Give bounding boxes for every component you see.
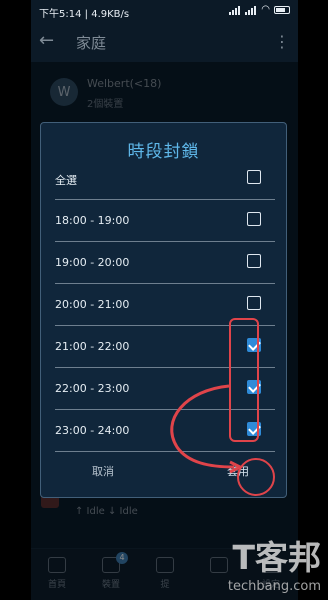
more-options-icon[interactable]: ⋮ bbox=[274, 32, 290, 51]
app-bar: ← 家庭 ⋮ bbox=[31, 22, 298, 62]
page-title: 家庭 bbox=[76, 34, 107, 52]
battery-icon bbox=[274, 5, 290, 14]
watermark-line-1: T客邦 bbox=[232, 538, 321, 577]
time-row-18[interactable]: 18:00 - 19:00 bbox=[55, 200, 275, 242]
cancel-button[interactable]: 取消 bbox=[92, 463, 114, 479]
status-left: 下午5:14 | 4.9KB/s bbox=[39, 9, 130, 20]
time-label-18: 18:00 - 19:00 bbox=[55, 214, 130, 227]
select-all-checkbox[interactable] bbox=[247, 170, 261, 184]
left-black-border bbox=[0, 0, 31, 600]
wifi-icon: ◠ bbox=[261, 4, 270, 15]
time-label-20: 20:00 - 21:00 bbox=[55, 298, 130, 311]
back-arrow-icon[interactable]: ← bbox=[39, 30, 54, 51]
time-label-23: 23:00 - 24:00 bbox=[55, 424, 130, 437]
time-checkbox-20[interactable] bbox=[247, 296, 261, 310]
signal-icon-2 bbox=[245, 5, 257, 15]
time-label-21: 21:00 - 22:00 bbox=[55, 340, 130, 353]
status-speed: 4.9KB/s bbox=[91, 9, 130, 20]
watermark-line-2: techbang.com bbox=[227, 579, 321, 594]
time-checkbox-19[interactable] bbox=[247, 254, 261, 268]
status-right: ◠ bbox=[229, 4, 290, 15]
status-time: 下午5:14 bbox=[39, 9, 82, 20]
watermark: T客邦 techbang.com bbox=[227, 534, 328, 600]
checked-boxes-highlight bbox=[229, 318, 259, 442]
screenshot-frame: 下午5:14 | 4.9KB/s ◠ ← 家庭 ⋮ W Welbert(<18)… bbox=[0, 0, 328, 600]
select-all-row[interactable]: 全選 bbox=[55, 158, 275, 200]
phone-screen: 下午5:14 | 4.9KB/s ◠ ← 家庭 ⋮ W Welbert(<18)… bbox=[31, 0, 298, 600]
apply-button-highlight bbox=[237, 458, 275, 496]
time-label-19: 19:00 - 20:00 bbox=[55, 256, 130, 269]
time-checkbox-18[interactable] bbox=[247, 212, 261, 226]
signal-icon bbox=[229, 5, 241, 15]
time-label-22: 22:00 - 23:00 bbox=[55, 382, 130, 395]
status-bar: 下午5:14 | 4.9KB/s ◠ bbox=[31, 0, 298, 22]
select-all-label: 全選 bbox=[55, 174, 77, 187]
time-row-19[interactable]: 19:00 - 20:00 bbox=[55, 242, 275, 284]
right-black-border bbox=[298, 0, 328, 600]
